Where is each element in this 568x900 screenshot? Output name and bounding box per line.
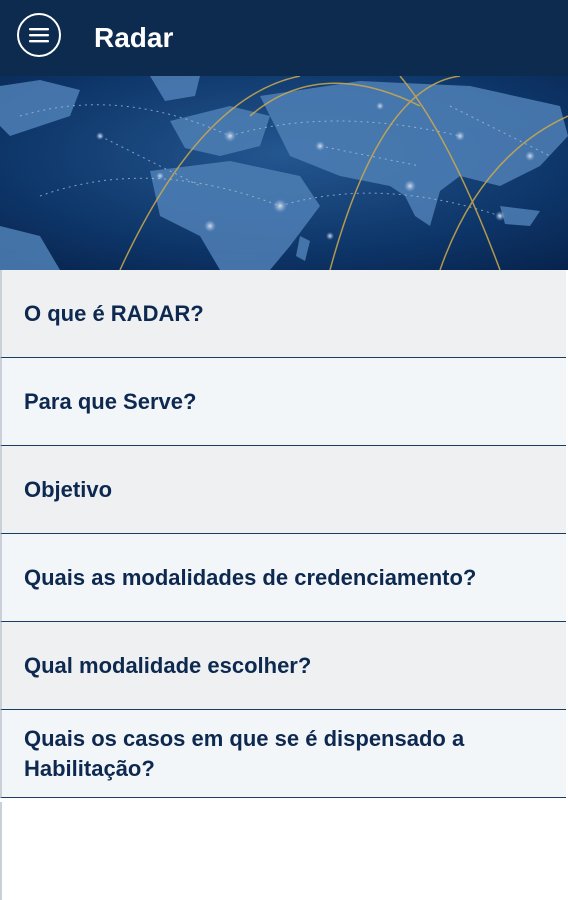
- menu-item-dispensado-habilitacao[interactable]: Quais os casos em que se é dispensado a …: [0, 710, 566, 798]
- menu-item-label: Objetivo: [24, 476, 113, 502]
- menu-item-label: Qual modalidade escolher?: [24, 652, 312, 678]
- menu-item-label: Quais os casos em que se é dispensado a …: [24, 725, 465, 781]
- world-map-banner: [0, 76, 568, 270]
- menu-item-objetivo[interactable]: Objetivo: [0, 446, 566, 534]
- menu-item-qual-modalidade-escolher[interactable]: Qual modalidade escolher?: [0, 622, 566, 710]
- hamburger-menu-icon: [29, 28, 49, 43]
- menu-item-label: Para que Serve?: [24, 388, 197, 414]
- menu-item-label: Quais as modalidades de credenciamento?: [24, 564, 477, 590]
- menu-item-para-que-serve[interactable]: Para que Serve?: [0, 358, 566, 446]
- menu-button[interactable]: [17, 13, 61, 57]
- empty-area: [0, 802, 568, 900]
- app-bar: Radar: [0, 0, 568, 76]
- menu-item-label: O que é RADAR?: [24, 300, 204, 326]
- world-map-image: [0, 76, 568, 270]
- menu-item-modalidades-credenciamento[interactable]: Quais as modalidades de credenciamento?: [0, 534, 566, 622]
- app-title: Radar: [94, 22, 174, 53]
- menu-item-o-que-e-radar[interactable]: O que é RADAR?: [0, 270, 566, 358]
- menu-list: O que é RADAR? Para que Serve? Objetivo …: [0, 270, 568, 798]
